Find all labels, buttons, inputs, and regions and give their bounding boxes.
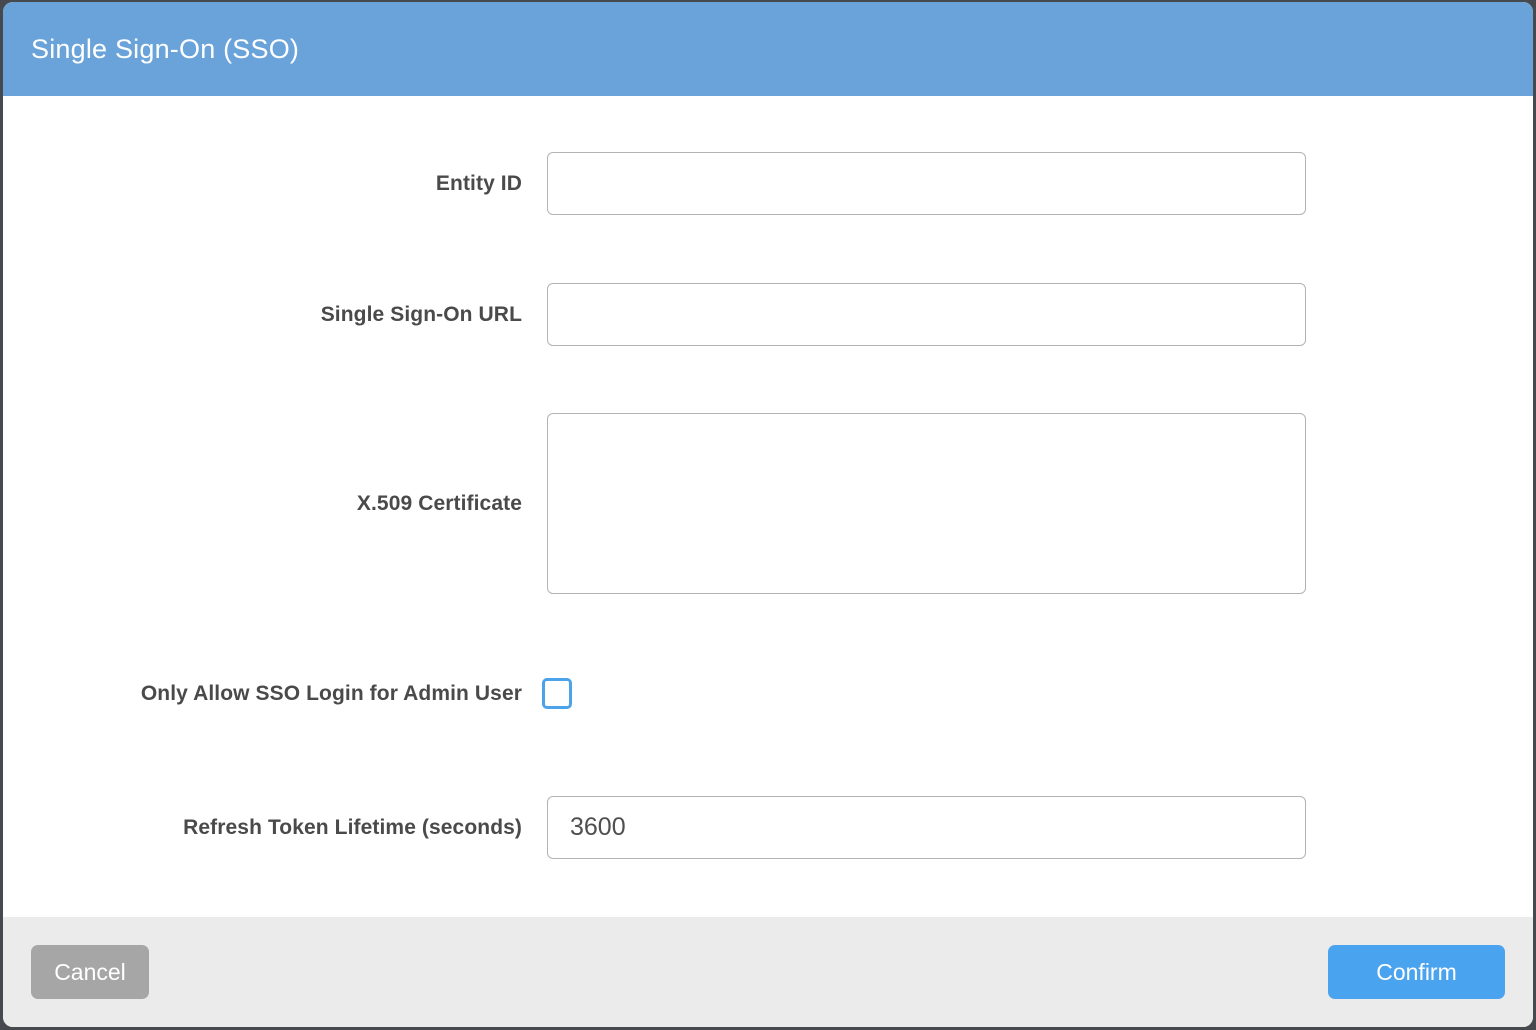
dialog-body: Entity ID Single Sign-On URL X.509 Certi…: [3, 96, 1533, 917]
dialog-title: Single Sign-On (SSO): [31, 34, 299, 65]
certificate-row: X.509 Certificate: [3, 413, 1533, 594]
sso-url-row: Single Sign-On URL: [3, 283, 1533, 346]
refresh-token-label: Refresh Token Lifetime (seconds): [3, 816, 522, 840]
sso-url-input[interactable]: [547, 283, 1306, 346]
admin-only-checkbox[interactable]: [542, 678, 572, 709]
certificate-label: X.509 Certificate: [3, 492, 522, 516]
refresh-token-input[interactable]: [547, 796, 1306, 859]
certificate-textarea[interactable]: [547, 413, 1306, 594]
dialog-header: Single Sign-On (SSO): [3, 2, 1533, 96]
sso-settings-dialog: Single Sign-On (SSO) Entity ID Single Si…: [3, 2, 1533, 1027]
dialog-footer: Cancel Confirm: [3, 917, 1533, 1027]
cancel-button[interactable]: Cancel: [31, 945, 149, 999]
entity-id-row: Entity ID: [3, 152, 1533, 215]
admin-only-row: Only Allow SSO Login for Admin User: [3, 678, 1533, 709]
admin-only-label: Only Allow SSO Login for Admin User: [3, 682, 522, 706]
sso-url-label: Single Sign-On URL: [3, 303, 522, 327]
entity-id-input[interactable]: [547, 152, 1306, 215]
entity-id-label: Entity ID: [3, 172, 522, 196]
refresh-token-row: Refresh Token Lifetime (seconds): [3, 796, 1533, 859]
confirm-button[interactable]: Confirm: [1328, 945, 1505, 999]
